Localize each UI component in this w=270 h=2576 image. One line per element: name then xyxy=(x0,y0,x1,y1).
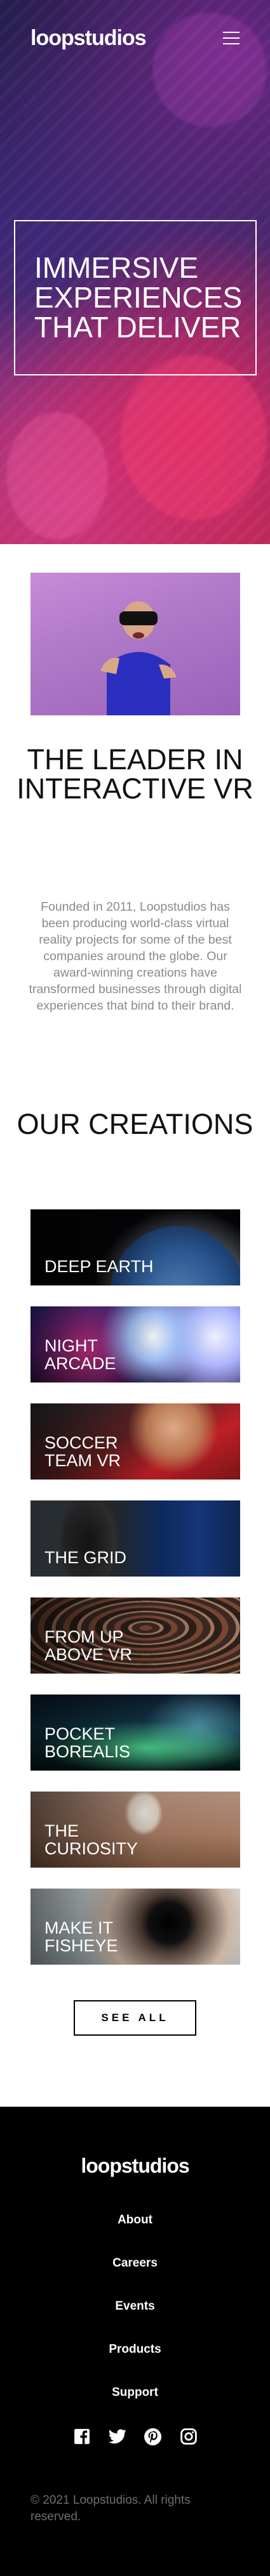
creation-label: The Grid xyxy=(44,1548,127,1567)
creation-label: Night Arcade xyxy=(44,1336,116,1373)
twitter-icon[interactable] xyxy=(108,2427,127,2446)
copyright-text: © 2021 Loopstudios. All rights reserved. xyxy=(30,2494,191,2523)
footer-link-about[interactable]: About xyxy=(0,2199,270,2242)
hero-section: loopstudios Immersive experiences that d… xyxy=(0,0,270,544)
creation-card-from-up-above-vr[interactable]: From Up Above VR xyxy=(30,1597,240,1674)
instagram-icon[interactable] xyxy=(179,2427,198,2446)
leader-title: The leader in interactive VR xyxy=(17,743,253,805)
facebook-icon[interactable] xyxy=(72,2427,91,2446)
creation-card-pocket-borealis[interactable]: Pocket Borealis xyxy=(30,1695,240,1771)
footer-logo[interactable]: loopstudios xyxy=(0,2154,270,2178)
leader-description: Founded in 2011, Loopstudios has been pr… xyxy=(29,900,242,1013)
creation-card-night-arcade[interactable]: Night Arcade xyxy=(30,1306,240,1382)
creation-label: Pocket Borealis xyxy=(44,1724,131,1761)
header: loopstudios xyxy=(0,0,270,76)
creation-card-deep-earth[interactable]: Deep Earth xyxy=(30,1209,240,1285)
footer-link-careers[interactable]: Careers xyxy=(0,2242,270,2285)
footer: loopstudios About Careers Events Product… xyxy=(0,2107,270,2576)
social-links xyxy=(0,2427,270,2446)
footer-link-products[interactable]: Products xyxy=(0,2328,270,2371)
creations-title: Our creations xyxy=(17,1108,253,1140)
logo[interactable]: loopstudios xyxy=(30,26,147,51)
hero-title: Immersive experiences that deliver xyxy=(34,251,243,344)
vr-headset-image xyxy=(30,573,240,715)
creation-card-the-grid[interactable]: The Grid xyxy=(30,1500,240,1577)
creation-card-soccer-team-vr[interactable]: Soccer Team VR xyxy=(30,1403,240,1480)
pinterest-icon[interactable] xyxy=(144,2427,163,2446)
creations-list: Deep Earth Night Arcade Soccer Team VR T… xyxy=(30,1209,240,1986)
creation-label: Deep Earth xyxy=(44,1257,154,1276)
see-all-button[interactable]: SEE ALL xyxy=(74,2000,196,2036)
creation-label: The Curiosity xyxy=(44,1821,138,1858)
creation-card-make-it-fisheye[interactable]: Make it Fisheye xyxy=(30,1889,240,1965)
creation-label: Soccer Team VR xyxy=(44,1433,121,1470)
creation-card-the-curiosity[interactable]: The Curiosity xyxy=(30,1792,240,1868)
creation-label: Make it Fisheye xyxy=(44,1918,118,1955)
footer-link-support[interactable]: Support xyxy=(0,2371,270,2414)
footer-link-events[interactable]: Events xyxy=(0,2285,270,2328)
footer-nav: About Careers Events Products Support xyxy=(0,2199,270,2414)
hero-title-box: Immersive experiences that deliver xyxy=(14,220,257,375)
person-illustration xyxy=(100,601,177,715)
hamburger-menu-icon[interactable] xyxy=(223,32,240,44)
creation-label: From Up Above VR xyxy=(44,1627,133,1664)
